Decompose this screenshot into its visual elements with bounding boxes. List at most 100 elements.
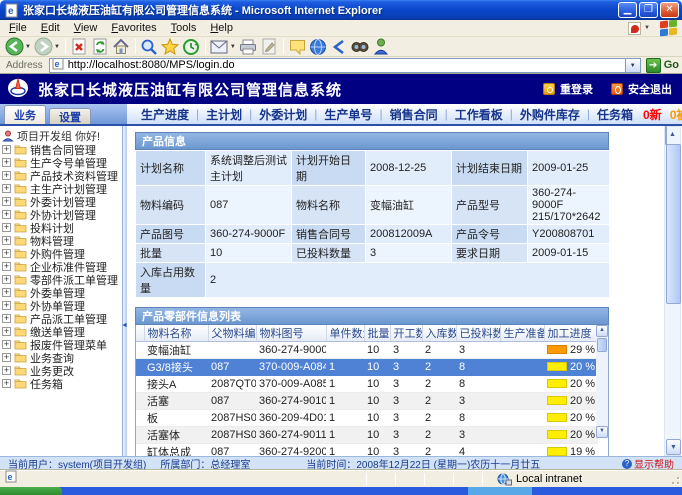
tab-business[interactable]: 业务 xyxy=(4,105,46,124)
scroll-up-icon[interactable] xyxy=(596,325,608,337)
column-header[interactable]: 加工进度 xyxy=(544,325,598,342)
stop-button[interactable] xyxy=(69,37,90,56)
scroll-up-icon[interactable] xyxy=(665,126,667,145)
column-header[interactable] xyxy=(136,325,144,342)
nav-link-3[interactable]: 外委计划 xyxy=(259,106,307,123)
expand-plus-icon[interactable] xyxy=(2,314,11,323)
pointer-tool-button[interactable] xyxy=(329,37,350,56)
expand-plus-icon[interactable] xyxy=(2,197,11,206)
scroll-down-icon[interactable] xyxy=(666,439,681,455)
progress-label: 20 % xyxy=(570,378,595,390)
column-header[interactable]: 生产准备 xyxy=(500,325,544,342)
mail-dropdown-icon[interactable]: ▼ xyxy=(230,44,236,50)
expand-plus-icon[interactable] xyxy=(2,288,11,297)
web-browser-button[interactable] xyxy=(308,37,329,56)
address-dropdown-button[interactable]: ▼ xyxy=(626,58,641,73)
relogin-button[interactable]: 重登录 xyxy=(543,81,593,97)
table-row[interactable]: 变幅油缸360-274-9000F1032329 % xyxy=(136,342,598,359)
column-header[interactable]: 物料名称 xyxy=(144,325,208,342)
nav-link-6[interactable]: 工作看板 xyxy=(455,106,503,123)
column-header[interactable]: 单件数量 xyxy=(326,325,364,342)
parts-vscrollbar[interactable] xyxy=(596,325,608,438)
menu-favorites[interactable]: Favorites xyxy=(104,21,163,35)
expand-plus-icon[interactable] xyxy=(2,210,11,219)
column-header[interactable]: 开工数 xyxy=(390,325,422,342)
frame-scroll-thumb[interactable] xyxy=(666,144,681,304)
back-button[interactable] xyxy=(4,37,25,56)
menu-view[interactable]: View xyxy=(67,21,105,35)
expand-plus-icon[interactable] xyxy=(2,275,11,284)
expand-plus-icon[interactable] xyxy=(2,262,11,271)
go-button[interactable]: ➔ Go xyxy=(646,58,679,73)
maximize-button[interactable]: ❐ xyxy=(639,2,658,18)
column-header[interactable]: 父物料编码 xyxy=(208,325,256,342)
discuss-button[interactable] xyxy=(287,37,308,56)
menu-help[interactable]: Help xyxy=(203,21,240,35)
refresh-button[interactable] xyxy=(90,37,111,56)
expand-plus-icon[interactable] xyxy=(2,249,11,258)
expand-plus-icon[interactable] xyxy=(2,366,11,375)
column-header[interactable]: 入库数 xyxy=(422,325,456,342)
messenger-button[interactable] xyxy=(371,37,392,56)
home-button[interactable] xyxy=(111,37,132,56)
expand-plus-icon[interactable] xyxy=(2,340,11,349)
adobe-toolbar-button[interactable]: ▼ xyxy=(628,22,650,35)
nav-link-5[interactable]: 销售合同 xyxy=(390,106,438,123)
info-row: 入库占用数量2 xyxy=(136,263,610,298)
menu-tools[interactable]: Tools xyxy=(164,21,204,35)
start-button[interactable] xyxy=(0,487,62,495)
favorites-button[interactable] xyxy=(160,37,181,56)
nav-link-1[interactable]: 生产进度 xyxy=(141,106,189,123)
edit-button[interactable] xyxy=(259,37,280,56)
tab-settings[interactable]: 设置 xyxy=(49,108,91,124)
search-button[interactable] xyxy=(139,37,160,56)
expand-plus-icon[interactable] xyxy=(2,184,11,193)
vscroll-thumb[interactable] xyxy=(597,338,607,352)
expand-plus-icon[interactable] xyxy=(2,301,11,310)
nav-link-8[interactable]: 任务箱 xyxy=(597,106,633,123)
expand-plus-icon[interactable] xyxy=(2,327,11,336)
column-header[interactable]: 已投料数 xyxy=(456,325,500,342)
table-row[interactable]: 接头A2087QT002370-009-A085011032820 % xyxy=(136,376,598,393)
frame-scrollbar[interactable] xyxy=(664,126,681,456)
back-dropdown-icon[interactable]: ▼ xyxy=(25,44,31,50)
close-button[interactable]: ✕ xyxy=(660,2,679,18)
resize-grip[interactable] xyxy=(667,472,681,486)
expand-plus-icon[interactable] xyxy=(2,145,11,154)
expand-plus-icon[interactable] xyxy=(2,236,11,245)
tree-item-19[interactable]: 任务箱 xyxy=(0,377,122,390)
minimize-button[interactable]: ▁ xyxy=(618,2,637,18)
mail-button[interactable] xyxy=(209,37,230,56)
expand-plus-icon[interactable] xyxy=(2,379,11,388)
forward-button[interactable] xyxy=(33,37,54,56)
table-row[interactable]: G3/8接头087370-009-A084011032820 % xyxy=(136,359,598,376)
toolbar-separator xyxy=(65,39,66,54)
logout-button[interactable]: 安全退出 xyxy=(611,81,672,97)
show-help-button[interactable]: ? 显示帮助 xyxy=(622,456,674,471)
table-row[interactable]: 板2087HS002360-209-4D01011032820 % xyxy=(136,410,598,427)
history-button[interactable] xyxy=(181,37,202,56)
nav-link-2[interactable]: 主计划 xyxy=(206,106,242,123)
table-row[interactable]: 缸体总成087360-274-9200F11032419 % xyxy=(136,444,598,457)
scroll-down-icon[interactable] xyxy=(596,426,608,438)
menu-edit[interactable]: Edit xyxy=(34,21,67,35)
expand-plus-icon[interactable] xyxy=(2,171,11,180)
research-button[interactable] xyxy=(350,37,371,56)
menu-file[interactable]: File xyxy=(2,21,34,35)
expand-plus-icon[interactable] xyxy=(2,158,11,167)
nav-link-7[interactable]: 外购件库存 xyxy=(520,106,580,123)
forward-dropdown-icon[interactable]: ▼ xyxy=(54,44,60,50)
go-label: Go xyxy=(664,59,679,71)
nav-link-4[interactable]: 生产单号 xyxy=(324,106,372,123)
table-row[interactable]: 活塞体2087HS002360-274-9011W11032320 % xyxy=(136,427,598,444)
print-button[interactable] xyxy=(238,37,259,56)
expand-plus-icon[interactable] xyxy=(2,223,11,232)
taskbar-button[interactable] xyxy=(468,487,532,495)
info-label: 已投料数量 xyxy=(292,244,366,263)
column-header[interactable]: 物料图号 xyxy=(256,325,326,342)
table-row[interactable]: 活塞087360-274-9010F11032320 % xyxy=(136,393,598,410)
address-input[interactable]: e http://localhost:8080/MPS/login.do xyxy=(49,58,626,73)
expand-plus-icon[interactable] xyxy=(2,353,11,362)
progress-label: 19 % xyxy=(570,446,595,456)
column-header[interactable]: 批量 xyxy=(364,325,390,342)
